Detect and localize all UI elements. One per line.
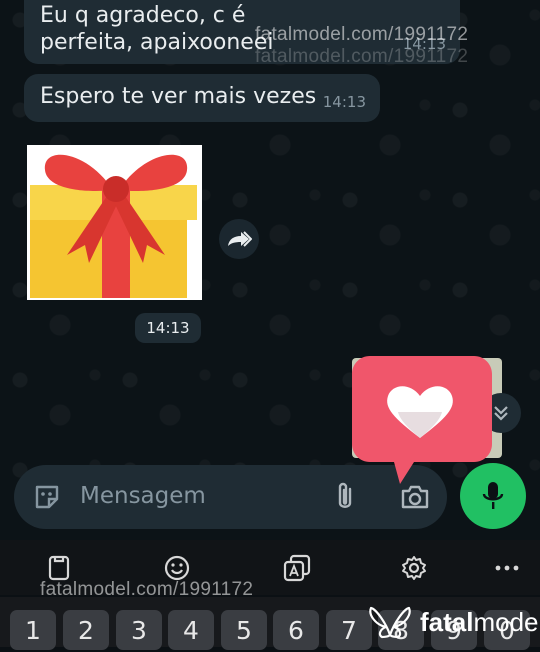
message-text: Espero te ver mais vezes bbox=[40, 84, 317, 109]
heart-icon bbox=[352, 356, 492, 484]
more-icon[interactable] bbox=[491, 552, 523, 584]
gear-icon[interactable] bbox=[398, 552, 430, 584]
forward-icon bbox=[228, 231, 252, 247]
heart-badge-overlay bbox=[352, 356, 492, 496]
brand-logo: fatalmodel bbox=[368, 602, 540, 642]
brand-prefix: fatal bbox=[420, 606, 474, 637]
translate-icon[interactable] bbox=[281, 552, 313, 584]
key-4[interactable]: 4 bbox=[168, 610, 214, 650]
message-time: 14:13 bbox=[322, 93, 366, 111]
key-5[interactable]: 5 bbox=[221, 610, 267, 650]
brand-wordmark: fatalmodel bbox=[420, 607, 540, 638]
gift-icon bbox=[30, 154, 197, 298]
chevron-double-down-icon bbox=[494, 406, 508, 421]
key-3[interactable]: 3 bbox=[116, 610, 162, 650]
watermark-text: fatalmodel.com/1991172 bbox=[255, 24, 469, 45]
key-7[interactable]: 7 bbox=[326, 610, 372, 650]
key-1[interactable]: 1 bbox=[10, 610, 56, 650]
butterfly-logo-icon bbox=[369, 606, 411, 639]
gift-sticker[interactable] bbox=[27, 145, 202, 300]
key-2[interactable]: 2 bbox=[63, 610, 109, 650]
incoming-message[interactable]: Espero te ver mais vezes 14:13 bbox=[24, 74, 380, 122]
emoji-sticker-icon[interactable] bbox=[32, 482, 62, 516]
message-input[interactable]: Mensagem bbox=[80, 483, 206, 509]
watermark-text-faint: fatalmodel.com/1991172 bbox=[255, 46, 469, 67]
sticker-time: 14:13 bbox=[135, 313, 201, 343]
forward-button[interactable] bbox=[219, 219, 259, 259]
key-6[interactable]: 6 bbox=[273, 610, 319, 650]
brand-suffix: model bbox=[473, 606, 540, 637]
